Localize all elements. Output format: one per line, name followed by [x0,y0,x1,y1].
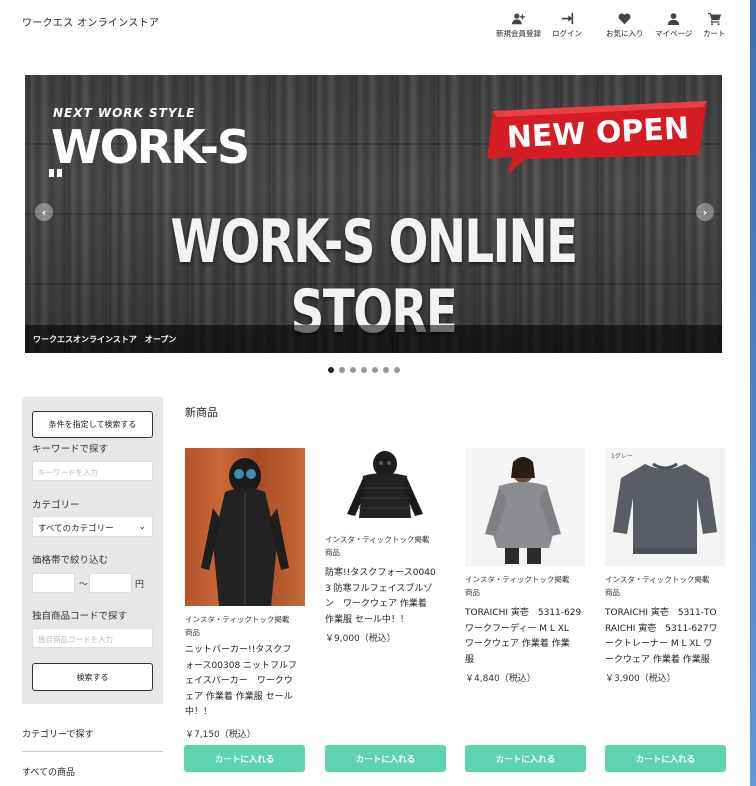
search-sidebar: 条件を指定して検索する キーワードで探す キーワードを入力 カテゴリー すべての… [22,397,163,704]
slider-dot[interactable] [350,367,356,373]
tagline: NEXT WORK STYLE [53,106,196,120]
product-name[interactable]: TORAICHI 寅壱 5311-TO RAICHI 寅壱 5311-627ワ ーク… [605,606,727,668]
section-title: 新商品 [185,406,218,419]
product-tag: インスタ・ティックトック掲載 商品 [325,535,430,557]
product-code-label: 独自商品コードで探す [32,611,128,622]
product-image-label: 1グレー [611,453,633,460]
add-to-cart-button[interactable]: カートに入れる [465,745,586,772]
category-browse-link[interactable]: カテゴリーで探す [22,727,93,740]
product-name[interactable]: ニットパーカー!!タスクフ ォース00308 ニットフルフ ェイスパーカー ワークウ… [185,643,307,721]
product-price: ￥7,150（税込） [185,730,256,740]
price-unit: 円 [135,580,145,590]
product-photo [485,457,561,564]
favorites-label: お気に入り [606,29,644,38]
product-code-input[interactable]: 独自商品コードを入力 [32,628,153,648]
product-photo [201,458,289,606]
price-separator: 〜 [79,580,89,590]
keyword-input[interactable]: キーワードを入力 [32,461,153,481]
add-to-cart-button[interactable]: カートに入れる [184,745,305,772]
slider-dot[interactable] [394,367,400,373]
login-link[interactable]: ログイン [552,12,582,39]
slider-prev-button[interactable]: ‹ [35,203,53,221]
heart-icon [618,13,631,25]
category-label: カテゴリー [32,500,80,511]
search-button[interactable]: 検索する [32,663,153,691]
product-tag: インスタ・ティックトック掲載 商品 [185,615,290,637]
svg-text:WORK-S: WORK-S [51,120,248,174]
cart-link[interactable]: カート [703,12,726,39]
register-label: 新規会員登録 [496,29,541,38]
work-s-logo: WORK-S [49,120,250,177]
price-max-input[interactable] [89,573,132,593]
page: ワークエス オンラインストア 新規会員登録 ログイン お気に入り マイページ カ… [0,0,756,786]
category-select[interactable]: すべてのカテゴリー ⌄ [32,516,153,537]
price-label: 価格帯で絞り込む [32,555,109,566]
slider-dot[interactable] [361,367,367,373]
add-to-cart-button[interactable]: カートに入れる [605,745,726,772]
product-image[interactable]: 1グレー [605,448,725,566]
window-edge [750,0,756,786]
register-link[interactable]: 新規会員登録 [496,12,541,39]
add-to-cart-button[interactable]: カートに入れる [325,745,446,772]
product-price: ￥3,900（税込） [605,674,676,684]
chevron-down-icon: ⌄ [138,522,146,532]
price-min-input[interactable] [32,573,75,593]
favorites-link[interactable]: お気に入り [606,12,644,39]
advanced-search-button[interactable]: 条件を指定して検索する [32,411,153,438]
site-logo[interactable]: ワークエス オンラインストア [22,14,159,29]
product-image[interactable] [185,448,305,606]
category-selected: すべてのカテゴリー [38,524,114,534]
product-photo [613,462,717,554]
hero-banner[interactable]: NEXT WORK STYLE WORK-S NEW OPEN WORK-S O… [25,75,722,353]
product-image[interactable] [325,448,445,526]
slider-dot[interactable] [339,367,345,373]
product-image[interactable] [465,448,585,566]
product-name[interactable]: 防寒!!タスクフォース0040 3 防寒フルフェイスブルゾン ワークウェア 作業着… [325,566,447,628]
divider [22,751,163,752]
all-products-link[interactable]: すべての商品 [22,765,75,778]
hero-caption: ワークエスオンラインストア オープン [25,325,722,353]
user-plus-icon [512,13,525,25]
login-icon [561,12,573,25]
mypage-link[interactable]: マイページ [655,12,692,39]
product-photo [347,451,423,518]
login-label: ログイン [552,29,582,38]
chevron-right-icon: › [702,205,708,219]
user-icon [667,13,680,25]
cart-icon [707,12,721,25]
mypage-label: マイページ [655,29,693,38]
slider-next-button[interactable]: › [696,203,714,221]
product-tag: インスタ・ティックトック掲載 商品 [465,575,570,597]
keyword-label: キーワードで探す [32,444,109,455]
slider-dots [328,367,400,373]
slider-dot[interactable] [328,367,334,373]
chevron-left-icon: ‹ [41,205,47,219]
product-name[interactable]: TORAICHI 寅壱 5311-629 ワークフーディー M L XL ワークウェ… [465,606,587,668]
product-tag: インスタ・ティックトック掲載 商品 [605,575,710,597]
product-price: ￥4,840（税込） [465,674,536,684]
slider-dot[interactable] [372,367,378,373]
cart-label: カート [703,29,726,38]
product-price: ￥9,000（税込） [325,634,396,644]
slider-dot[interactable] [383,367,389,373]
new-open-badge: NEW OPEN [487,101,707,175]
